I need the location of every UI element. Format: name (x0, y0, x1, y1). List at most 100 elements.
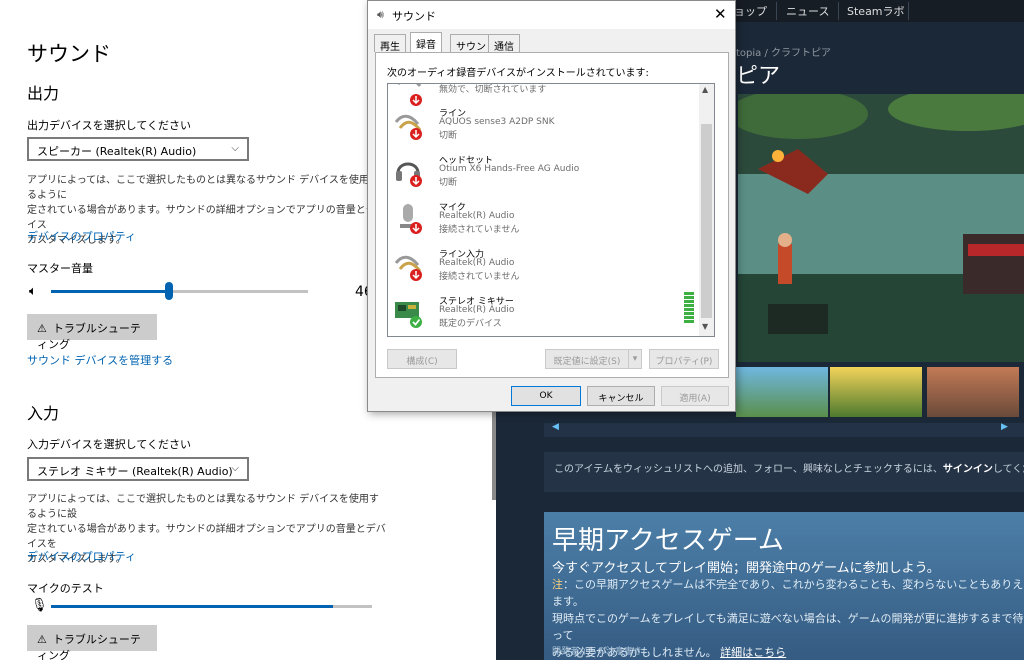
nav-divider (776, 2, 777, 20)
tab-playback[interactable]: 再生 (374, 34, 406, 53)
dialog-titlebar[interactable]: 🔊︎ サウンド ✕ (368, 1, 735, 29)
nav-item-shop[interactable]: ョップ (734, 3, 767, 19)
chevron-down-icon[interactable]: ▼ (702, 322, 708, 331)
warning-icon: ⚠ (37, 633, 47, 646)
line-in-icon (394, 255, 422, 281)
input-device-properties-link[interactable]: デバイスのプロパティ (27, 548, 136, 564)
input-desc-line: アプリによっては、ここで選択したものとは異なるサウンド デバイスを使用するように… (27, 494, 379, 520)
line-in-icon (398, 84, 422, 106)
wishlist-notice: このアイテムをウィッシュリストへの追加、フォロー、興味なしとチェックするには、サ… (554, 460, 1024, 475)
output-select-label: 出力デバイスを選択してください (27, 119, 192, 132)
tab-communications[interactable]: 通信 (488, 34, 520, 53)
device-status: 切断 (439, 178, 458, 188)
signin-link[interactable]: サインイン (943, 464, 993, 475)
properties-button[interactable]: プロパティ(P) (649, 349, 719, 369)
device-list[interactable]: ▲ ▼ 無効で、切断されています ライン AQUOS sense3 A2DP S… (387, 83, 715, 337)
tab-recording[interactable]: 録音 (410, 32, 442, 53)
headset-icon (396, 162, 422, 187)
device-status: 切断 (439, 131, 458, 141)
chevron-down-icon: ▾ (632, 354, 638, 364)
screenshot-thumbnail[interactable] (736, 367, 828, 417)
line-cable-icon (394, 114, 422, 140)
list-item[interactable]: ライン入力 Realtek(R) Audio 接続されていません (388, 245, 701, 291)
level-meter (684, 292, 694, 324)
speaker-icon: 🔊︎ (377, 8, 384, 21)
manage-sound-devices-link[interactable]: サウンド デバイスを管理する (27, 352, 173, 368)
output-device-value: スピーカー (Realtek(R) Audio) (37, 145, 197, 158)
arrow-right-icon[interactable]: ▶ (1001, 422, 1008, 432)
device-status: 接続されていません (439, 225, 520, 235)
ok-button[interactable]: OK (511, 386, 581, 406)
close-icon[interactable]: ✕ (714, 5, 727, 23)
device-list-scrollbar[interactable]: ▲ ▼ (699, 84, 714, 336)
game-screenshot-main[interactable] (728, 87, 1024, 362)
wishlist-text: このアイテムをウィッシュリストへの追加、フォロー、興味なしとチェックするには、 (554, 464, 943, 475)
master-volume-label: マスター音量 (27, 262, 93, 275)
screenshot-thumbnail[interactable] (927, 367, 1019, 417)
nav-item-news[interactable]: ニュース (786, 3, 829, 19)
game-scene-image (728, 87, 1024, 362)
page-title: サウンド (27, 42, 111, 66)
speaker-icon[interactable]: 🔈︎ (29, 284, 37, 299)
game-title: ピア (736, 64, 781, 89)
nav-divider (908, 2, 909, 20)
sound-card-icon (395, 302, 422, 328)
master-volume-fill (51, 290, 169, 293)
set-default-dropdown[interactable]: ▾ (628, 349, 642, 369)
input-device-select[interactable]: ステレオ ミキサー (Realtek(R) Audio) ⌵ (27, 457, 249, 481)
wishlist-signin-box: このアイテムをウィッシュリストへの追加、フォロー、興味なしとチェックするには、サ… (544, 452, 1024, 492)
chevron-down-icon: ⌵ (231, 143, 239, 154)
mic-level-fill (51, 605, 333, 608)
learn-more-link[interactable]: 詳細はこちら (720, 646, 786, 659)
list-item[interactable]: マイク Realtek(R) Audio 接続されていません (388, 198, 701, 244)
output-troubleshoot-button[interactable]: ⚠ トラブルシューティング (27, 314, 157, 351)
nav-divider (838, 2, 839, 20)
input-troubleshoot-button[interactable]: ⚠ トラブルシューティング (27, 625, 157, 660)
output-troubleshoot-label: トラブルシューティング (37, 322, 141, 351)
device-driver: AQUOS sense3 A2DP SNK (439, 117, 555, 127)
note-label: 注 (552, 578, 563, 591)
input-select-label: 入力デバイスを選択してください (27, 438, 192, 451)
panel-caption: 次のオーディオ録音デバイスがインストールされています: (387, 68, 649, 79)
output-device-properties-link[interactable]: デバイスのプロパティ (27, 228, 136, 244)
ea-body-line: ：この早期アクセスゲームは不完全であり、これから変わることも、変わらないこともあ… (552, 578, 1024, 608)
device-driver: Realtek(R) Audio (439, 211, 515, 221)
thumbnail-scrollbar[interactable] (544, 423, 1024, 437)
chevron-down-icon: ⌵ (231, 463, 239, 474)
early-access-title: 早期アクセスゲーム (552, 526, 784, 556)
list-item[interactable]: ステレオ ミキサー Realtek(R) Audio 既定のデバイス (388, 292, 701, 336)
arrow-left-icon[interactable]: ◀ (552, 422, 559, 432)
microphone-icon (400, 204, 422, 234)
early-access-box: 早期アクセスゲーム 今すぐアクセスしてプレイ開始；開発途中のゲームに参加しよう。… (544, 512, 1024, 660)
cancel-button[interactable]: キャンセル (587, 386, 655, 406)
screenshot-thumbnail[interactable] (830, 367, 922, 417)
dialog-title: サウンド (392, 10, 436, 23)
chevron-up-icon[interactable]: ▲ (702, 85, 708, 94)
list-item[interactable]: ヘッドセット Otium X6 Hands-Free AG Audio 切断 (388, 151, 701, 197)
output-device-select[interactable]: スピーカー (Realtek(R) Audio) ⌵ (27, 137, 249, 161)
list-item[interactable]: ライン AQUOS sense3 A2DP SNK 切断 (388, 104, 701, 150)
master-volume-thumb[interactable] (165, 282, 173, 300)
sound-dialog: 🔊︎ サウンド ✕ 再生 録音 サウンド 通信 次のオーディオ録音デバイスがイン… (367, 0, 736, 412)
apply-button[interactable]: 適用(A) (661, 386, 729, 406)
ea-body-line: 現時点でこのゲームをプレイしても満足に遊べない場合は、ゲームの開発が更に進捗する… (552, 612, 1024, 642)
breadcrumb[interactable]: topia / クラフトピア (736, 44, 831, 59)
device-status: 無効で、切断されています (439, 85, 547, 95)
device-status: 既定のデバイス (439, 319, 502, 329)
input-troubleshoot-label: トラブルシューティング (37, 633, 141, 660)
nav-item-steamlabs[interactable]: Steamラボ (847, 3, 905, 19)
device-driver: Realtek(R) Audio (439, 305, 515, 315)
device-driver: Otium X6 Hands-Free AG Audio (439, 164, 580, 174)
scrollbar-thumb[interactable] (701, 124, 712, 318)
configure-button[interactable]: 構成(C) (387, 349, 457, 369)
developer-notes-label: 開発者からの注意書き： (552, 647, 652, 657)
set-default-button[interactable]: 既定値に設定(S) (545, 349, 629, 369)
warning-icon: ⚠ (37, 322, 47, 335)
output-heading: 出力 (27, 84, 60, 103)
early-access-subtitle: 今すぐアクセスしてプレイ開始；開発途中のゲームに参加しよう。 (552, 561, 940, 576)
recording-panel: 次のオーディオ録音デバイスがインストールされています: ▲ ▼ 無効で、切断され… (375, 52, 729, 378)
mic-test-label: マイクのテスト (27, 582, 104, 595)
input-device-value: ステレオ ミキサー (Realtek(R) Audio) (37, 465, 233, 478)
device-status: 接続されていません (439, 272, 520, 282)
input-heading: 入力 (27, 404, 60, 423)
